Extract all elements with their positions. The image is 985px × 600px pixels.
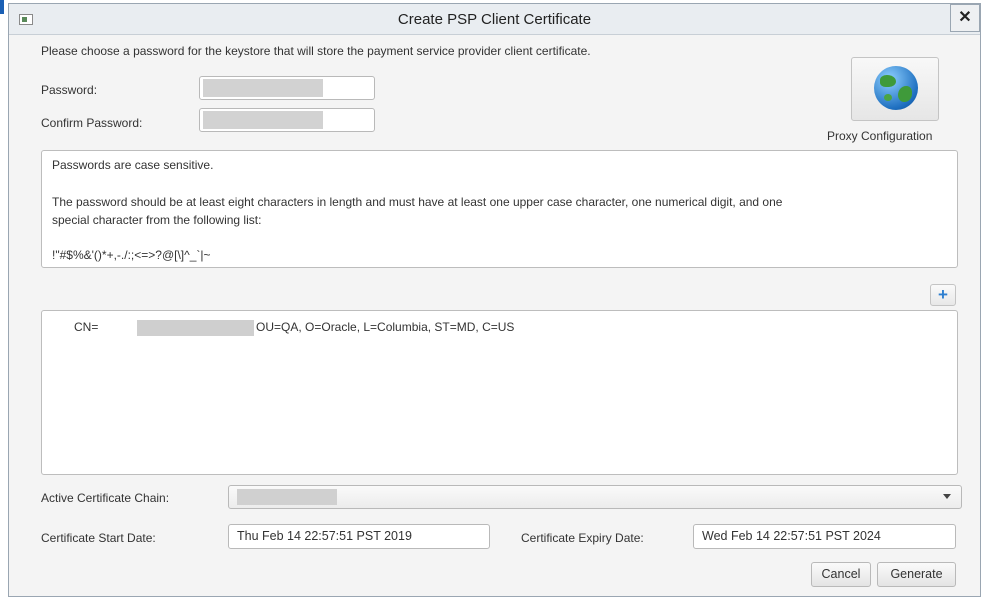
corner-accent <box>0 0 4 14</box>
rules-line-2: The password should be at least eight ch… <box>52 195 783 209</box>
certificate-dn-text: OU=QA, O=Oracle, L=Columbia, ST=MD, C=US <box>256 320 515 334</box>
plus-icon: + <box>938 285 948 304</box>
start-date-field[interactable]: Thu Feb 14 22:57:51 PST 2019 <box>228 524 490 549</box>
password-rules-box: Passwords are case sensitive. The passwo… <box>41 150 958 268</box>
generate-button[interactable]: Generate <box>877 562 956 587</box>
certificate-list[interactable]: CN= OU=QA, O=Oracle, L=Columbia, ST=MD, … <box>41 310 958 475</box>
confirm-password-field[interactable] <box>199 108 375 132</box>
title-bar: Create PSP Client Certificate ✕ <box>9 4 980 35</box>
active-chain-select[interactable] <box>228 485 962 509</box>
rules-line-4: !"#$%&'()*+,-./:;<=>?@[\]^_`|~ <box>52 248 211 262</box>
cancel-button[interactable]: Cancel <box>811 562 871 587</box>
expiry-date-label: Certificate Expiry Date: <box>521 531 644 545</box>
close-button[interactable]: ✕ <box>950 4 980 32</box>
confirm-password-redaction <box>203 111 323 129</box>
active-chain-redaction <box>237 489 337 505</box>
expiry-date-field[interactable]: Wed Feb 14 22:57:51 PST 2024 <box>693 524 956 549</box>
add-certificate-button[interactable]: + <box>930 284 956 306</box>
dialog-window: Create PSP Client Certificate ✕ Please c… <box>8 3 981 597</box>
password-field[interactable] <box>199 76 375 100</box>
certificate-cn-redaction <box>137 320 254 336</box>
confirm-password-label: Confirm Password: <box>41 116 143 130</box>
certificate-cn-label: CN= <box>74 320 99 334</box>
chevron-down-icon <box>943 494 951 499</box>
password-label: Password: <box>41 83 98 97</box>
rules-line-3: special character from the following lis… <box>52 213 262 227</box>
active-chain-label: Active Certificate Chain: <box>41 491 170 505</box>
intro-text: Please choose a password for the keystor… <box>41 44 591 58</box>
rules-line-1: Passwords are case sensitive. <box>52 158 214 172</box>
start-date-label: Certificate Start Date: <box>41 531 156 545</box>
window-title: Create PSP Client Certificate <box>397 11 592 28</box>
proxy-configuration-label[interactable]: Proxy Configuration <box>827 129 932 143</box>
globe-icon <box>874 66 918 110</box>
proxy-configuration-button[interactable] <box>851 57 939 121</box>
password-redaction <box>203 79 323 97</box>
